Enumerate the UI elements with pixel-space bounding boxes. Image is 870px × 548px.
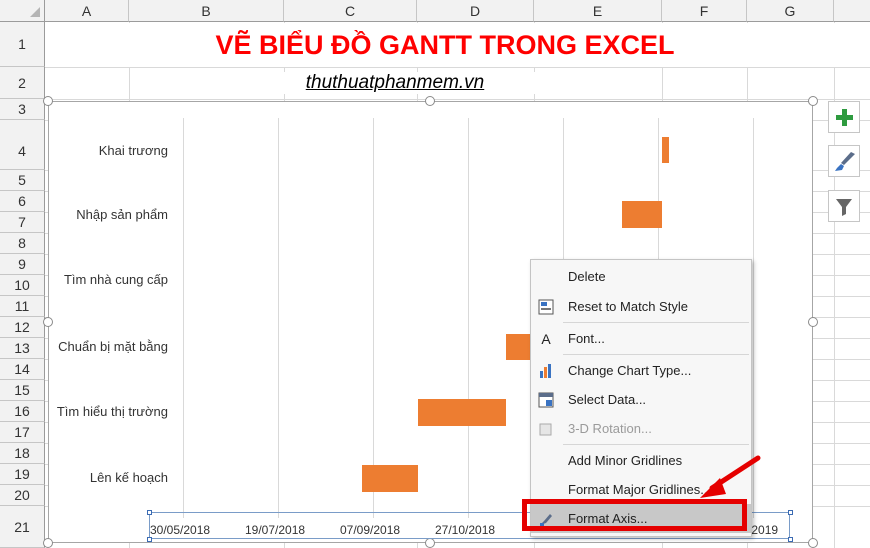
menu-item-reset-to-match-style[interactable]: Reset to Match Style [531,292,751,321]
column-header-e[interactable]: E [534,0,662,22]
menu-item-font[interactable]: A Font... [531,324,751,353]
select-all-corner[interactable] [0,0,45,22]
row-header-3[interactable]: 3 [0,99,45,120]
menu-separator [563,322,749,323]
axis-tick-label: 07/09/2018 [340,523,401,537]
chart-filters-button[interactable] [828,190,860,222]
axis-tick-label: 30/05/2018 [150,523,211,537]
axis-handle[interactable] [147,510,152,515]
row-header-14[interactable]: 14 [0,359,45,380]
axis-handle[interactable] [147,537,152,542]
row-header-5[interactable]: 5 [0,170,45,191]
column-header-a[interactable]: A [45,0,129,22]
column-header-b[interactable]: B [129,0,284,22]
gantt-bar-tim-hieu-thi-truong[interactable] [418,399,506,426]
menu-item-label: Add Minor Gridlines [568,453,683,468]
menu-separator [563,444,749,445]
row-header-17[interactable]: 17 [0,422,45,443]
menu-item-label: Font... [568,331,605,346]
chart-resize-handle-br[interactable] [808,538,818,548]
menu-item-3d-rotation[interactable]: 3-D Rotation... [531,414,751,443]
menu-separator [563,354,749,355]
chart-resize-handle-b[interactable] [425,538,435,548]
red-arrow-icon [700,455,761,498]
menu-item-label: Delete [568,269,606,284]
axis-handle[interactable] [788,510,793,515]
row-header-15[interactable]: 15 [0,380,45,401]
menu-item-label: Select Data... [568,392,647,407]
row-header-21[interactable]: 21 [0,506,45,548]
category-label: Khai trương [98,143,168,158]
category-label: Chuẩn bị mặt bằng [58,339,168,354]
select-data-icon [538,392,554,408]
row-header-6[interactable]: 6 [0,191,45,212]
menu-item-label: Reset to Match Style [568,299,688,314]
gantt-bar-khai-truong[interactable] [662,137,669,163]
chart-gridline [278,118,279,518]
sheet-title[interactable]: VẼ BIỂU ĐỒ GANTT TRONG EXCEL [45,23,845,67]
chart-resize-handle-bl[interactable] [43,538,53,548]
chart-gridline [468,118,469,518]
column-header-d[interactable]: D [417,0,534,22]
row-header-10[interactable]: 10 [0,275,45,296]
chart-resize-handle-l[interactable] [43,317,53,327]
chart-resize-handle-t[interactable] [425,96,435,106]
axis-tick-label: 27/10/2018 [435,523,496,537]
column-header-h[interactable] [834,0,870,22]
chart-styles-button[interactable] [828,145,860,177]
filter-icon [836,199,852,216]
row-header-9[interactable]: 9 [0,254,45,275]
menu-item-change-chart-type[interactable]: Change Chart Type... [531,356,751,385]
category-label: Lên kế hoạch [89,470,168,485]
menu-item-label: Change Chart Type... [568,363,692,378]
menu-item-select-data[interactable]: Select Data... [531,385,751,414]
row-header-18[interactable]: 18 [0,443,45,464]
category-label: Tìm nhà cung cấp [63,272,168,287]
row-header-4[interactable]: 4 [0,120,45,170]
category-label: Tìm hiểu thị trường [56,404,168,419]
brush-icon [835,152,855,171]
gantt-bar-nhap-san-pham[interactable] [622,201,662,228]
row-header-12[interactable]: 12 [0,317,45,338]
axis-handle[interactable] [788,537,793,542]
axis-tick-label: 19/07/2018 [245,523,306,537]
row-header-19[interactable]: 19 [0,464,45,485]
chart-resize-handle-tl[interactable] [43,96,53,106]
menu-item-label: 3-D Rotation... [568,421,652,436]
gantt-bar-chuan-bi-mat-bang[interactable] [506,334,530,360]
chart-resize-handle-r[interactable] [808,317,818,327]
rotation-icon [539,423,552,436]
row-header-16[interactable]: 16 [0,401,45,422]
row-header-7[interactable]: 7 [0,212,45,233]
chart-elements-button[interactable] [828,101,860,133]
row-header-8[interactable]: 8 [0,233,45,254]
chart-gridline [373,118,374,518]
row-header-2[interactable]: 2 [0,67,45,99]
chart-resize-handle-tr[interactable] [808,96,818,106]
menu-item-delete[interactable]: Delete [531,262,751,291]
reset-style-icon [538,299,554,315]
row-header-1[interactable]: 1 [0,22,45,67]
category-label: Nhập sản phẩm [76,207,168,222]
chart-gridline [183,118,184,518]
column-header-c[interactable]: C [284,0,417,22]
gantt-bar-len-ke-hoach[interactable] [362,465,418,492]
column-header-f[interactable]: F [662,0,747,22]
font-icon: A [541,331,551,347]
chart-type-icon [540,364,551,378]
plus-icon [836,109,853,126]
row-header-13[interactable]: 13 [0,338,45,359]
row-header-20[interactable]: 20 [0,485,45,506]
row-header-11[interactable]: 11 [0,296,45,317]
column-header-g[interactable]: G [747,0,834,22]
sheet-subtitle-link[interactable]: thuthuatphanmem.vn [180,72,610,94]
